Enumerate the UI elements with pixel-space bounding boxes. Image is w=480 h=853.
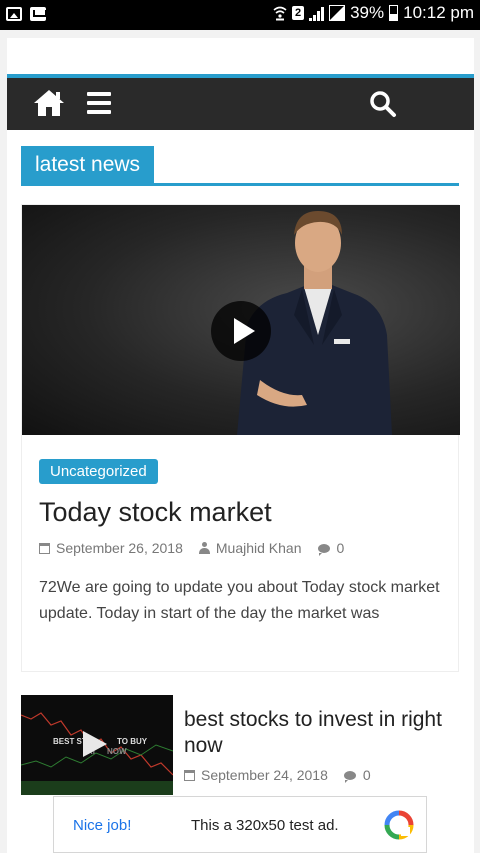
- wifi-call-icon: [273, 6, 287, 21]
- video-thumbnail[interactable]: [22, 205, 460, 435]
- featured-post-card: Uncategorized Today stock market Septemb…: [21, 204, 460, 672]
- clock: 10:12 pm: [403, 3, 474, 22]
- status-bar: 2 39% 10:12 pm: [0, 0, 480, 30]
- section-header: latest news: [21, 146, 459, 186]
- sim-badge: 2: [291, 6, 305, 20]
- ad-label: Nice job!: [73, 817, 132, 834]
- post-excerpt: 72We are going to update you about Today…: [39, 579, 440, 622]
- search-icon[interactable]: [369, 90, 397, 118]
- post-title-2[interactable]: best stocks to invest in right now: [184, 707, 454, 759]
- status-left-icons: [6, 7, 46, 21]
- ad-banner[interactable]: Nice job! This a 320x50 test ad.: [53, 796, 427, 853]
- signal-icon: [309, 5, 325, 21]
- play-icon[interactable]: [83, 731, 107, 757]
- post-title[interactable]: Today stock market: [39, 497, 272, 528]
- comment-icon: [343, 770, 356, 783]
- post-author[interactable]: Muajhid Khan: [216, 540, 302, 556]
- post-meta: September 26, 2018 Muajhid Khan 0: [39, 540, 360, 556]
- post-meta-2: September 24, 2018 0: [184, 767, 387, 783]
- calendar-icon: [184, 769, 195, 781]
- image-icon: [6, 7, 22, 21]
- play-button[interactable]: [211, 301, 271, 361]
- thumb-label-4: NOW: [107, 747, 127, 756]
- comment-count[interactable]: 0: [337, 540, 345, 556]
- calendar-icon: [39, 542, 50, 554]
- comment-count-2[interactable]: 0: [363, 767, 371, 783]
- category-badge[interactable]: Uncategorized: [39, 459, 158, 484]
- menu-icon[interactable]: [87, 92, 111, 114]
- ad-logo-icon: [384, 810, 414, 840]
- video-thumbnail-2[interactable]: BEST ST TO BUY RI NOW: [21, 695, 173, 795]
- signal-2-icon: [329, 5, 346, 21]
- status-right: 2 39% 10:12 pm: [273, 3, 474, 23]
- nav-bar: [7, 74, 474, 130]
- post-date[interactable]: September 26, 2018: [56, 540, 183, 556]
- post-date-2[interactable]: September 24, 2018: [201, 767, 328, 783]
- section-title: latest news: [21, 146, 155, 186]
- thumb-label-2: TO BUY: [117, 737, 148, 746]
- comment-icon: [317, 543, 330, 556]
- mail-icon: [30, 7, 46, 21]
- home-icon[interactable]: [32, 88, 66, 118]
- battery-icon: [389, 5, 399, 21]
- page: latest news Uncategorized Today stock ma…: [7, 38, 474, 853]
- battery-percent: 39%: [350, 3, 385, 22]
- ad-text: This a 320x50 test ad.: [191, 817, 339, 834]
- user-icon: [198, 542, 210, 554]
- thumb-label-1: BEST ST: [53, 737, 87, 746]
